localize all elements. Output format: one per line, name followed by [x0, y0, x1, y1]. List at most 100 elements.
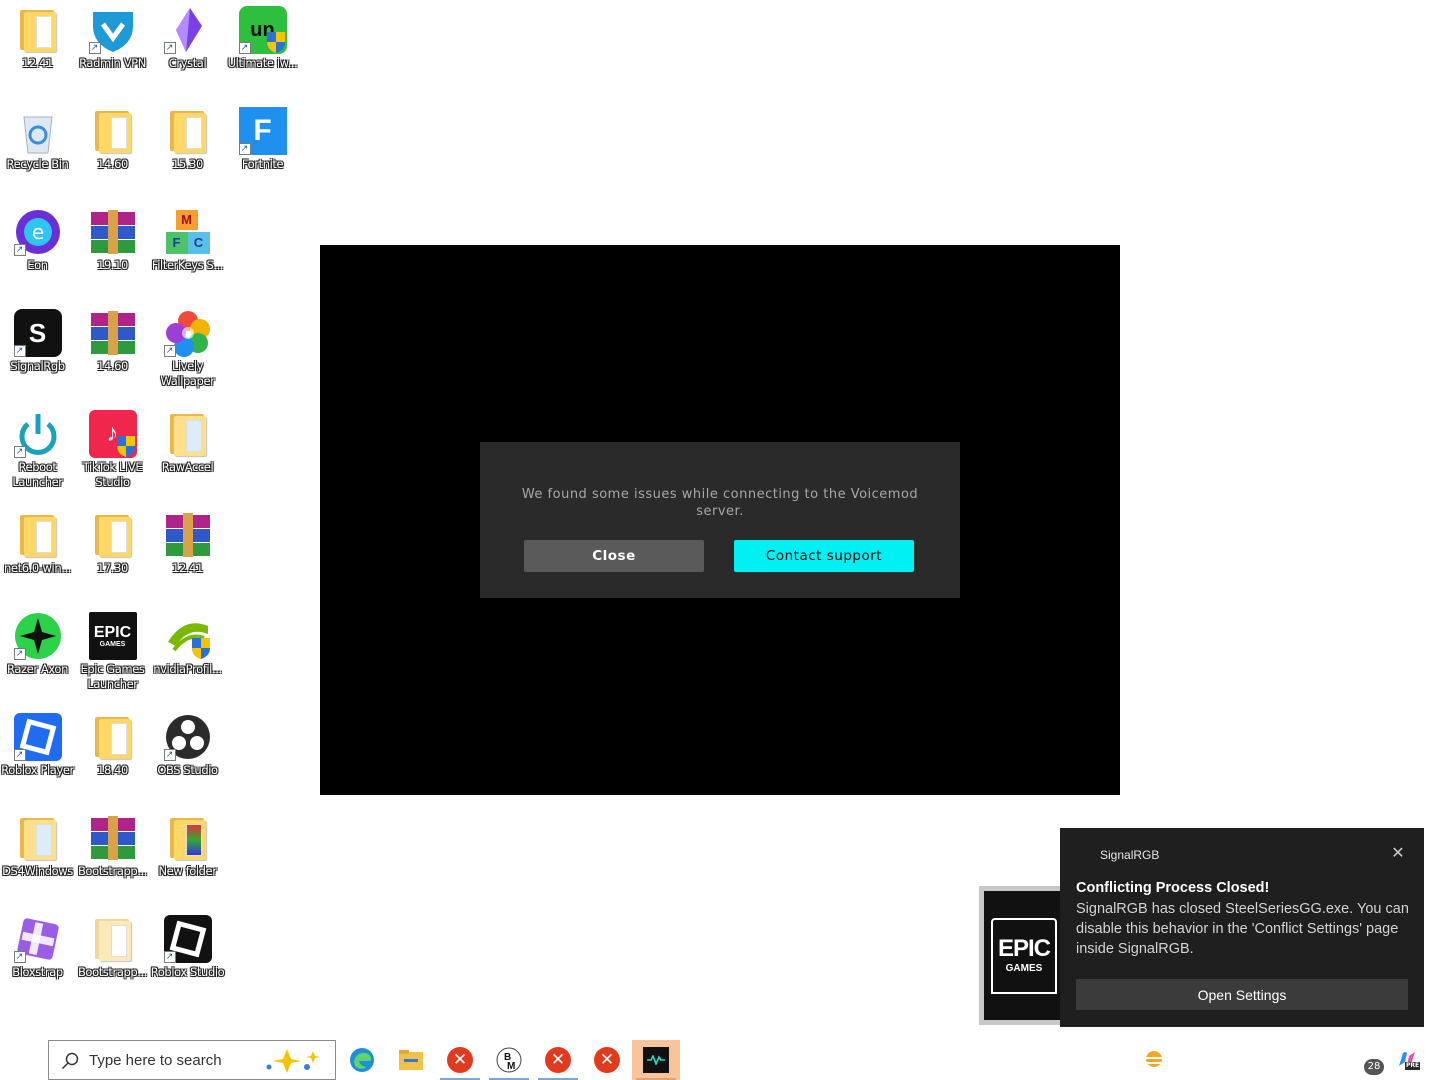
copilot-button[interactable]: PRE: [1396, 1050, 1421, 1072]
bm-app-icon: BM: [496, 1047, 522, 1073]
desktop-icon-filterkeys[interactable]: M F C FilterKeys S...: [150, 202, 225, 273]
folder-icon: [164, 410, 212, 458]
desktop-icon-bloxstrap[interactable]: ↗ Bloxstrap: [0, 909, 75, 980]
taskbar-edge[interactable]: [338, 1040, 386, 1080]
signalrgb-notification: SignalRGB ✕ Conflicting Process Closed! …: [1060, 828, 1424, 1027]
desktop-icon-razer-axon[interactable]: ↗ Razer Axon: [0, 606, 75, 677]
epic-games-logo-icon: EPIC GAMES: [991, 917, 1057, 994]
desktop-icon-nvidia-profile[interactable]: nvidiaProfil...: [150, 606, 225, 677]
close-button[interactable]: Close: [524, 540, 704, 572]
bloxstrap-icon: ↗: [13, 915, 62, 963]
desktop-icon-roblox-player[interactable]: ↗ Roblox Player: [0, 707, 75, 778]
taskbar-file-explorer[interactable]: [387, 1040, 435, 1080]
radmin-vpn-icon: ↗: [88, 6, 137, 54]
desktop-icon-crystal[interactable]: ↗ Crystal: [150, 0, 225, 71]
desktop-icon-folder-1530[interactable]: 15.30: [150, 101, 225, 172]
fortnite-icon: F ↗: [238, 107, 287, 155]
desktop-icon-label: Reboot Launcher: [12, 460, 63, 489]
desktop-icon-obs-studio[interactable]: ↗ OBS Studio: [150, 707, 225, 778]
desktop-icon-epic-games[interactable]: EPIC GAMES Epic Games Launcher: [75, 606, 150, 692]
desktop-icon-label: 18.40: [97, 763, 128, 777]
desktop-icon-rar-1241[interactable]: 12.41: [150, 505, 225, 576]
desktop-icon-roblox-studio[interactable]: ↗ Roblox Studio: [150, 909, 225, 980]
folder-icon: [89, 511, 137, 559]
voicemod-window: We found some issues while connecting to…: [320, 245, 1120, 795]
search-box[interactable]: Type here to search: [48, 1040, 336, 1080]
desktop-icon-net6[interactable]: net6.0-win...: [0, 505, 75, 576]
desktop-icon-label: Crystal: [168, 56, 207, 70]
recycle-bin-icon: [14, 107, 62, 155]
desktop-icon-label: Bloxstrap: [12, 965, 63, 979]
taskbar-weather[interactable]: [1130, 1040, 1178, 1080]
desktop-icon-folder-bootstrapper[interactable]: Bootstrapp...: [75, 909, 150, 980]
desktop-icon-label: 19.10: [97, 258, 128, 272]
desktop-icon-fortnite[interactable]: F ↗ Fortnite: [225, 101, 300, 172]
desktop-icon-eon[interactable]: e ↗ Eon: [0, 202, 75, 273]
folder-icon: [89, 107, 137, 155]
desktop-icon-label: SignalRgb: [10, 359, 65, 373]
desktop-icon-label: FilterKeys S...: [151, 258, 224, 272]
desktop-icon-label: Bootstrapp...: [77, 864, 148, 878]
desktop-icon-tiktok-live[interactable]: ♪ TikTok LIVE Studio: [75, 404, 150, 490]
winrar-archive-icon: [89, 309, 137, 357]
desktop-icon-reboot-launcher[interactable]: ↗ Reboot Launcher: [0, 404, 75, 490]
search-placeholder: Type here to search: [89, 1052, 222, 1069]
desktop-icon-new-folder[interactable]: New folder: [150, 808, 225, 879]
desktop-icon-label: Fortnite: [241, 157, 284, 171]
svg-text:M: M: [507, 1061, 515, 1072]
desktop-icon-label: 17.30: [97, 561, 128, 575]
desktop-icon-label: Bootstrapp...: [77, 965, 148, 979]
open-settings-button[interactable]: Open Settings: [1076, 979, 1408, 1010]
desktop-icon-folder-1460[interactable]: 14.60: [75, 101, 150, 172]
notification-count-badge[interactable]: 28: [1364, 1059, 1384, 1075]
nvidia-profile-icon: [164, 612, 212, 660]
desktop-icon-label: Eon: [27, 258, 48, 272]
desktop-icon-folder-1730[interactable]: 17.30: [75, 505, 150, 576]
taskbar-app-bm[interactable]: BM: [485, 1040, 533, 1080]
folder-icon: [164, 814, 212, 862]
epic-games-icon: EPIC GAMES: [88, 612, 137, 660]
desktop-icon-label: Roblox Studio: [150, 965, 225, 979]
edge-icon: [350, 1048, 374, 1072]
desktop-icon-signalrgb[interactable]: S ↗ SignalRgb: [0, 303, 75, 374]
taskbar-error-app-2[interactable]: ✕: [534, 1040, 582, 1080]
epic-games-thumbnail[interactable]: EPIC GAMES: [979, 886, 1064, 1025]
desktop-icon-label: Ultimate iw...: [227, 56, 298, 70]
contact-support-button[interactable]: Contact support: [734, 540, 914, 572]
taskbar-error-app-3[interactable]: ✕: [583, 1040, 631, 1080]
taskbar-error-app-1[interactable]: ✕: [436, 1040, 484, 1080]
desktop-icon-rar-1460[interactable]: 14.60: [75, 303, 150, 374]
desktop-icon-folder-1840[interactable]: 18.40: [75, 707, 150, 778]
taskbar-voicemod[interactable]: [632, 1040, 680, 1080]
notification-title: Conflicting Process Closed!: [1076, 880, 1270, 896]
taskbar: Type here to search ✕ BM ✕ ✕ 28 PRE: [0, 1040, 1440, 1080]
razer-axon-icon: ↗: [13, 612, 62, 660]
eon-icon: e ↗: [13, 208, 62, 256]
winrar-archive-icon: [164, 511, 212, 559]
desktop-icon-recycle-bin[interactable]: Recycle Bin: [0, 101, 75, 172]
folder-icon: [14, 6, 62, 54]
crystal-icon: ↗: [163, 6, 212, 54]
desktop-icon-rawaccel[interactable]: RawAccel: [150, 404, 225, 475]
desktop-icon-label: 15.30: [172, 157, 203, 171]
desktop-icon-rar-bootstrapper[interactable]: Bootstrapp...: [75, 808, 150, 879]
desktop-icon-ds4windows[interactable]: DS4Windows: [0, 808, 75, 879]
copilot-pre-badge: PRE: [1405, 1062, 1421, 1070]
desktop-icon-label: nvidiaProfil...: [153, 662, 222, 676]
lively-wallpaper-icon: ↗: [163, 309, 212, 357]
error-x-icon: ✕: [594, 1047, 620, 1073]
signalrgb-icon: S ↗: [13, 309, 62, 357]
desktop-icon-rar-1910[interactable]: 19.10: [75, 202, 150, 273]
desktop-icon-label: 14.60: [97, 157, 128, 171]
notification-body: SignalRGB has closed SteelSeriesGG.exe. …: [1076, 901, 1409, 957]
reboot-launcher-icon: ↗: [13, 410, 62, 458]
error-message: We found some issues while connecting to…: [521, 487, 919, 519]
desktop-icon-label: Razer Axon: [7, 662, 68, 676]
desktop-icon-radmin-vpn[interactable]: ↗ Radmin VPN: [75, 0, 150, 71]
desktop-icon-lively-wallpaper[interactable]: ↗ Lively Wallpaper: [150, 303, 225, 389]
desktop-icon-folder-1241[interactable]: 12.41: [0, 0, 75, 71]
folder-icon: [89, 713, 137, 761]
desktop-icon-ultimate[interactable]: un ↗ Ultimate iw...: [225, 0, 300, 71]
close-icon[interactable]: ✕: [1388, 844, 1408, 864]
folder-icon: [14, 814, 62, 862]
